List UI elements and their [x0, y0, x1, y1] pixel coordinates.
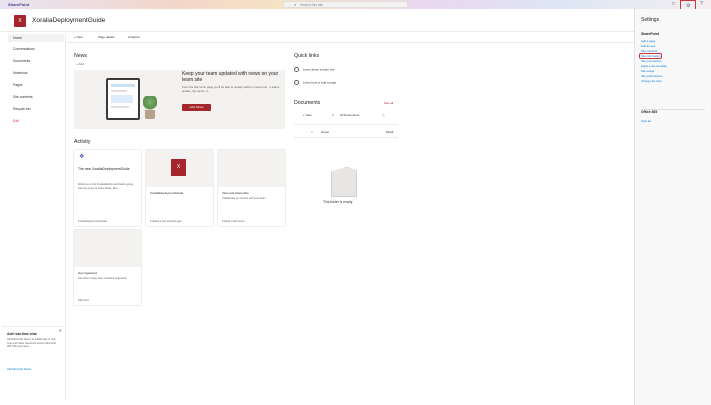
card-thumbnail [74, 230, 141, 267]
nav-item-conversations[interactable]: Conversations [8, 45, 64, 53]
card-title: View and share files [222, 191, 249, 195]
nav-item-documents[interactable]: Documents [8, 57, 64, 65]
settings-link-site-information[interactable]: Site information [641, 54, 660, 58]
column-modified[interactable]: Modif [386, 130, 393, 134]
quicklink-label: Learn how to add a page [303, 80, 337, 85]
settings-link-change-look[interactable]: Change the look [641, 79, 661, 83]
nav-item-pages[interactable]: Pages [8, 81, 64, 89]
add-news-button[interactable]: Add News [182, 104, 211, 111]
new-document-button[interactable]: + New [303, 113, 312, 117]
activity-card[interactable]: ❖ The new XoraliaDeploymentGuide Welcome… [74, 150, 141, 226]
view-selector[interactable]: All Documents [340, 113, 359, 117]
file-type-icon: □ [311, 130, 313, 134]
news-hero-title: Keep your team updated with news on your… [182, 71, 279, 83]
news-hero-body: From the site home page you'll be able t… [182, 85, 280, 93]
teams-icon: ❖ [79, 154, 85, 160]
search-box[interactable]: ⌕ Search this site [283, 1, 408, 8]
info-icon[interactable]: ⓘ [382, 113, 385, 117]
add-news-link[interactable]: + Add [76, 62, 84, 66]
settings-link-add-page[interactable]: Add a page [641, 39, 655, 43]
settings-link-view-all[interactable]: View all [641, 119, 651, 123]
activity-heading: Activity [74, 139, 91, 145]
tablet-illustration [106, 78, 140, 120]
nav-item-home[interactable]: Home [8, 34, 64, 42]
nav-item-notebook[interactable]: Notebook [8, 69, 64, 77]
close-icon[interactable]: ✕ [59, 328, 62, 333]
card-body: Use lists to keep team activities organi… [78, 277, 127, 280]
card-title: The new XoraliaDeploymentGuide [78, 167, 130, 171]
analytics-button[interactable]: Analytics [128, 35, 140, 39]
empty-folder-icon [331, 167, 357, 197]
promo-title: Add real-time chat [7, 332, 37, 336]
sharepoint-section-heading: SharePoint [641, 32, 659, 36]
nav-edit-link[interactable]: Edit [8, 117, 64, 125]
settings-title: Settings [641, 17, 660, 23]
divider [66, 42, 634, 43]
page-details-button[interactable]: Page details [98, 35, 115, 39]
empty-folder-message: This folder is empty [323, 200, 353, 204]
card-body: Welcome to the XoraliaDeploymentGuide gr… [78, 183, 134, 190]
view-icon: ≡ [332, 113, 334, 117]
card-footer: XoraliaDeploymentGuide [78, 220, 107, 223]
divider [294, 124, 398, 125]
chat-icon[interactable]: □ [672, 1, 675, 8]
quicklink-item[interactable]: Learn how to add a page [294, 80, 336, 85]
documents-heading: Documents [294, 100, 321, 106]
card-footer: Add a list [78, 299, 89, 302]
divider [0, 31, 634, 32]
suite-header: SharePoint ⌕ Search this site □ ⚙ ? [0, 0, 711, 12]
quicklink-label: Learn about a team site [303, 67, 335, 72]
card-body: Collaborate on content with your team [222, 197, 266, 200]
search-placeholder: Search this site [300, 3, 324, 7]
see-all-link[interactable]: See all [384, 101, 393, 105]
card-title: XoraliaDeploymentGuide [150, 191, 184, 195]
plant-illustration [143, 96, 157, 111]
settings-link-site-performance[interactable]: Site performance [641, 74, 662, 78]
settings-link-site-contents[interactable]: Site contents [641, 49, 657, 53]
quicklinks-heading: Quick links [294, 53, 320, 59]
nav-item-recycle-bin[interactable]: Recycle bin [8, 105, 64, 113]
card-footer: Created a few seconds ago [150, 220, 182, 223]
site-title[interactable]: XoraliaDeploymentGuide [32, 17, 105, 24]
card-footer: Upload a document [222, 220, 245, 223]
new-button[interactable]: + New [74, 35, 83, 39]
quicklink-item[interactable]: Learn about a team site [294, 67, 335, 72]
pot-illustration [145, 110, 155, 119]
settings-link-site-permissions[interactable]: Site permissions [641, 59, 662, 63]
activity-card[interactable]: X XoraliaDeploymentGuide Created a few s… [146, 150, 213, 226]
globe-icon [294, 67, 299, 72]
settings-panel: Settings SharePoint Add a page Add an ap… [634, 9, 711, 405]
activity-card[interactable]: Get organized Use lists to keep team act… [74, 230, 141, 305]
promo-link[interactable]: Add Microsoft Teams [7, 368, 31, 371]
settings-link-apply-template[interactable]: Apply a site template [641, 64, 667, 68]
activity-card[interactable]: View and share files Collaborate on cont… [218, 150, 285, 226]
globe-icon [294, 80, 299, 85]
news-heading: News [74, 53, 87, 59]
settings-link-site-usage[interactable]: Site usage [641, 69, 654, 73]
teams-promo-panel: ✕ Add real-time chat Add Microsoft Teams… [2, 326, 64, 398]
help-icon[interactable]: ? [700, 1, 703, 8]
site-tile-icon: X [171, 159, 186, 176]
app-brand[interactable]: SharePoint [8, 2, 29, 7]
office-section-heading: Office 365 [641, 110, 658, 114]
nav-item-site-contents[interactable]: Site contents [8, 93, 64, 101]
column-name[interactable]: Name [321, 130, 329, 134]
search-icon: ⌕ [294, 2, 297, 7]
card-thumbnail [218, 150, 285, 187]
settings-link-add-app[interactable]: Add an app [641, 44, 655, 48]
divider [294, 137, 398, 138]
promo-body: Add Microsoft Teams to collaborate in re… [7, 338, 57, 349]
site-logo[interactable]: X [14, 15, 26, 27]
card-title: Get organized [78, 271, 97, 275]
